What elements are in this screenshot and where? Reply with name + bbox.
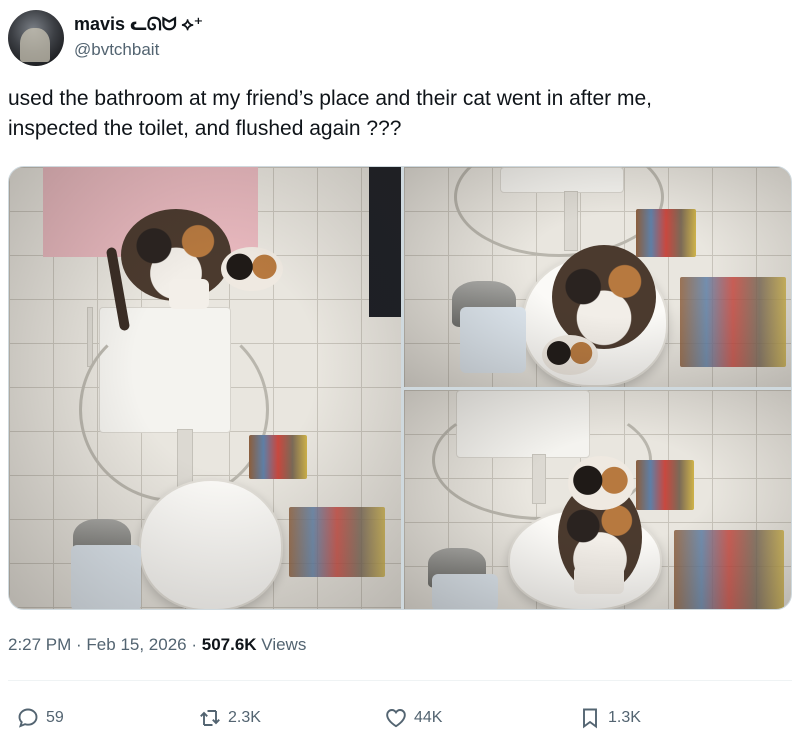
tweet-header: mavis ᓚᘏᗢ ⟡⁺ @bvtchbait — [8, 6, 792, 66]
author-handle[interactable]: @bvtchbait — [74, 40, 159, 60]
avatar[interactable] — [8, 10, 64, 66]
bookmark-count: 1.3K — [608, 709, 641, 726]
photo-cat-looking-up[interactable] — [404, 390, 791, 609]
meta-separator: · — [186, 635, 202, 654]
reply-icon — [18, 708, 38, 728]
author-name[interactable]: mavis ᓚᘏᗢ ⟡⁺ — [74, 14, 203, 35]
bookmark-button[interactable]: 1.3K — [578, 700, 641, 736]
views-count: 507.6K — [201, 635, 257, 654]
reply-count: 59 — [46, 709, 64, 726]
repost-count: 2.3K — [228, 709, 261, 726]
heart-icon — [386, 709, 406, 728]
tweet-meta: 2:27 PM · Feb 15, 2026 · 507.6K Views — [8, 635, 306, 655]
views-label: Views — [256, 635, 307, 654]
tweet-date[interactable]: Feb 15, 2026 — [86, 635, 186, 654]
like-count: 44K — [414, 709, 443, 726]
repost-icon — [200, 710, 220, 726]
meta-separator: · — [71, 635, 87, 654]
like-button[interactable]: 44K — [384, 700, 442, 736]
repost-button[interactable]: 2.3K — [198, 700, 261, 736]
tweet-text: used the bathroom at my friend’s place a… — [8, 87, 652, 140]
bookmark-icon — [583, 708, 597, 729]
photo-cat-on-cistern[interactable] — [9, 167, 401, 609]
photo-cat-inspecting-toilet[interactable] — [404, 167, 791, 387]
action-bar: 59 2.3K 44K 1.3K — [0, 700, 800, 736]
tweet-time[interactable]: 2:27 PM — [8, 635, 71, 654]
media-grid — [8, 166, 792, 610]
reply-button[interactable]: 59 — [16, 700, 64, 736]
divider — [8, 680, 792, 681]
